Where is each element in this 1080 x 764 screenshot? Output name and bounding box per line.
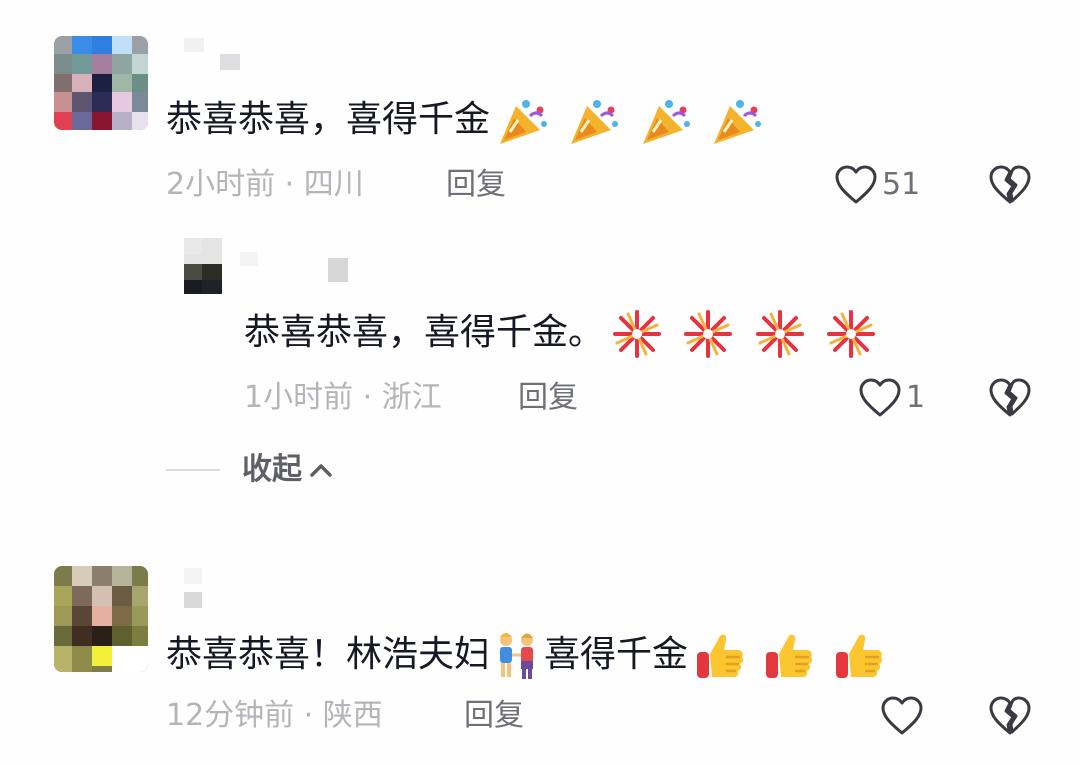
emoji-row [610, 308, 884, 360]
reply-button[interactable]: 回复 [446, 167, 506, 203]
comment-meta: 12分钟前 · 陕西 [166, 698, 383, 733]
like-count: 1 [906, 380, 926, 415]
broken-heart-icon[interactable] [988, 164, 1032, 206]
comment-item: 恭喜恭喜！林浩夫妇 喜得千金 12分钟前 · 陕西 回复 [0, 560, 1080, 764]
chevron-up-icon [310, 464, 332, 477]
thumbs-up-icon [697, 634, 744, 678]
avatar[interactable] [54, 36, 148, 130]
party-popper-icon [714, 100, 762, 144]
couple-holding-hands-icon [500, 633, 534, 679]
reply-button[interactable]: 回复 [464, 698, 524, 734]
comment-meta: 1小时前 · 浙江 [244, 380, 442, 415]
fireworks-icon [827, 310, 876, 358]
party-popper-icon [571, 100, 619, 144]
comment-text: 恭喜恭喜，喜得千金。 [244, 308, 884, 360]
collapse-label: 收起 [242, 452, 302, 487]
comment-item: 恭喜恭喜，喜得千金 2小时前 · 四川 回复 51 恭喜恭喜，喜得千金。 1小时… [0, 0, 1080, 520]
party-popper-icon [500, 100, 548, 144]
username-redacted[interactable] [240, 252, 350, 282]
reply-button[interactable]: 回复 [518, 380, 578, 416]
thumbs-up-icon [766, 634, 813, 678]
party-popper-icon [642, 100, 690, 144]
avatar[interactable] [184, 238, 222, 294]
comment-text: 恭喜恭喜！林浩夫妇 喜得千金 [166, 630, 891, 682]
emoji-row [694, 630, 891, 682]
heart-outline-icon [835, 165, 877, 204]
comment-meta: 2小时前 · 四川 [166, 167, 364, 202]
reply-item: 恭喜恭喜，喜得千金。 1小时前 · 浙江 回复 1 [0, 230, 1080, 430]
broken-heart-icon[interactable] [988, 695, 1032, 737]
heart-outline-icon [859, 378, 901, 417]
like-button[interactable]: 51 [834, 164, 920, 206]
avatar[interactable] [54, 566, 148, 672]
username-redacted[interactable] [184, 568, 224, 608]
heart-outline-icon [881, 696, 923, 735]
thumbs-up-icon [835, 634, 882, 678]
like-button[interactable]: 1 [858, 377, 925, 419]
comment-text: 恭喜恭喜，喜得千金 [166, 96, 770, 146]
like-count: 51 [882, 167, 921, 202]
like-button[interactable] [880, 695, 928, 737]
divider-line [166, 469, 220, 471]
fireworks-icon [755, 310, 804, 358]
broken-heart-icon[interactable] [988, 377, 1032, 419]
fireworks-icon [684, 310, 733, 358]
emoji-row [496, 96, 770, 146]
username-redacted[interactable] [184, 38, 244, 70]
collapse-replies-button[interactable]: 收起 [166, 452, 336, 488]
fireworks-icon [613, 310, 662, 358]
